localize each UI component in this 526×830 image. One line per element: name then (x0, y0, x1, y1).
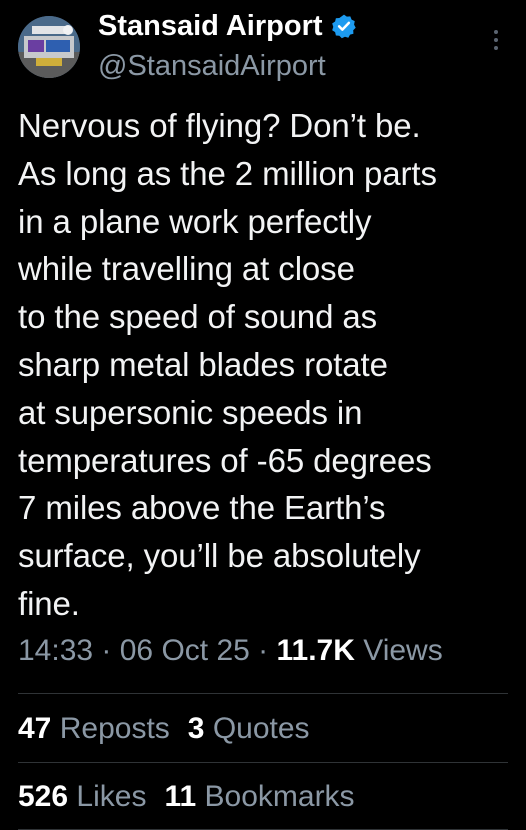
tweet-meta: 14:33 · 06 Oct 25 · 11.7K Views (18, 634, 443, 668)
display-name-row: Stansaid Airport (98, 10, 357, 42)
bookmarks-stat[interactable]: 11 Bookmarks (164, 780, 354, 813)
bookmarks-label: Bookmarks (204, 780, 355, 813)
tweet-header: Stansaid Airport @StansaidAirport (18, 10, 508, 82)
verified-badge-icon (331, 14, 356, 39)
quotes-stat[interactable]: 3 Quotes (188, 712, 310, 745)
more-options-icon[interactable] (490, 28, 502, 52)
meta-separator: · (249, 634, 277, 667)
reposts-label: Reposts (59, 712, 170, 745)
likes-label: Likes (76, 780, 147, 813)
likes-count: 526 (18, 780, 69, 813)
divider (18, 693, 508, 694)
views-count: 11.7K (276, 634, 355, 667)
reposts-count: 47 (18, 712, 52, 745)
author-handle[interactable]: @StansaidAirport (98, 50, 357, 83)
avatar-image (18, 16, 80, 78)
bookmarks-count: 11 (164, 780, 197, 813)
stats-row-likes-bookmarks: 526 Likes 11 Bookmarks (18, 780, 373, 814)
likes-stat[interactable]: 526 Likes (18, 780, 146, 813)
author-avatar[interactable] (18, 16, 80, 78)
quotes-count: 3 (187, 712, 205, 745)
author-display-name[interactable]: Stansaid Airport (98, 10, 323, 43)
tweet-text: Nervous of flying? Don’t be. As long as … (18, 107, 437, 622)
stats-row-reposts-quotes: 47 Reposts 3 Quotes (18, 712, 328, 746)
views-label: Views (354, 634, 443, 667)
meta-separator: · (93, 634, 120, 667)
reposts-stat[interactable]: 47 Reposts (18, 712, 170, 745)
tweet-date[interactable]: 06 Oct 25 (120, 634, 250, 667)
tweet-time[interactable]: 14:33 (18, 634, 93, 667)
divider (18, 762, 508, 763)
quotes-label: Quotes (212, 712, 310, 745)
author-names: Stansaid Airport @StansaidAirport (98, 10, 357, 83)
